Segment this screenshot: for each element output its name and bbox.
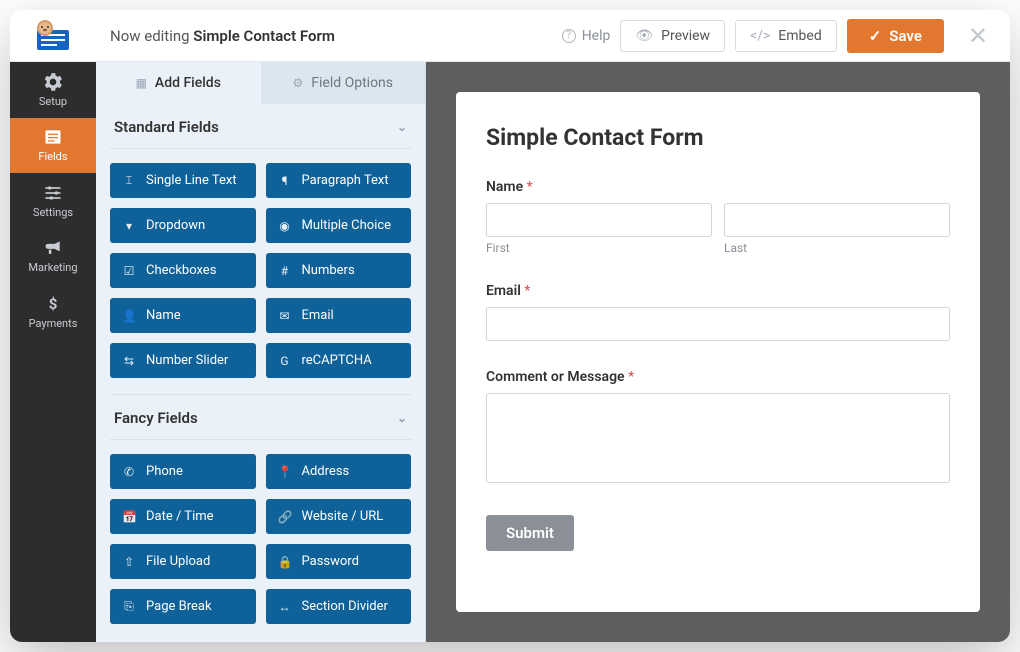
email-field-group[interactable]: Email * — [486, 283, 950, 341]
first-sublabel: First — [486, 241, 712, 255]
options-icon: ⚙ — [292, 76, 303, 90]
field-section-divider[interactable]: ↔Section Divider — [266, 589, 412, 624]
gear-icon — [43, 72, 63, 92]
help-link[interactable]: ?Help — [562, 28, 611, 44]
field-password[interactable]: 🔒Password — [266, 544, 412, 579]
person-icon: 👤 — [122, 309, 136, 323]
page-title: Now editing Simple Contact Form — [96, 27, 335, 45]
text-icon: ⌶ — [122, 173, 136, 188]
paragraph-icon: ¶ — [278, 174, 292, 188]
required-marker: * — [527, 179, 533, 195]
link-icon: 🔗 — [278, 510, 292, 524]
field-date-time[interactable]: 📅Date / Time — [110, 499, 256, 534]
field-address[interactable]: 📍Address — [266, 454, 412, 489]
hash-icon: # — [278, 264, 292, 278]
tab-add-fields[interactable]: ▦Add Fields — [96, 62, 261, 104]
comment-textarea[interactable] — [486, 393, 950, 483]
section-standard-fields[interactable]: Standard Fields⌄ — [110, 104, 411, 149]
pin-icon: 📍 — [278, 465, 292, 479]
field-dropdown[interactable]: ▾Dropdown — [110, 208, 256, 243]
comment-field-group[interactable]: Comment or Message * — [486, 369, 950, 487]
slider-icon: ⇆ — [122, 354, 136, 368]
field-page-break[interactable]: ⎘Page Break — [110, 589, 256, 624]
megaphone-icon — [43, 238, 63, 258]
google-icon: G — [278, 354, 292, 368]
name-field-group[interactable]: Name * First Last — [486, 179, 950, 255]
field-numbers[interactable]: #Numbers — [266, 253, 412, 288]
nav-payments[interactable]: $ Payments — [10, 284, 96, 340]
field-single-line-text[interactable]: ⌶Single Line Text — [110, 163, 256, 198]
section-fancy-fields[interactable]: Fancy Fields⌄ — [110, 394, 411, 440]
field-recaptcha[interactable]: GreCAPTCHA — [266, 343, 412, 378]
nav-settings[interactable]: Settings — [10, 173, 96, 229]
help-icon: ? — [562, 29, 576, 43]
field-website-url[interactable]: 🔗Website / URL — [266, 499, 412, 534]
name-label: Name * — [486, 179, 950, 195]
embed-button[interactable]: </>Embed — [735, 20, 837, 52]
grid-icon: ▦ — [136, 76, 147, 90]
eye-icon: 👁 — [635, 28, 653, 44]
svg-text:$: $ — [49, 295, 58, 313]
email-icon: ✉ — [278, 309, 292, 323]
fancy-grid: ✆Phone 📍Address 📅Date / Time 🔗Website / URL… — [110, 454, 411, 640]
chevron-down-icon: ⌄ — [397, 120, 407, 134]
form-title: Simple Contact Form — [486, 124, 950, 151]
first-name-input[interactable] — [486, 203, 712, 237]
email-label: Email * — [486, 283, 950, 299]
panel-scroll[interactable]: Standard Fields⌄ ⌶Single Line Text ¶Parag… — [96, 104, 425, 642]
chevron-down-icon: ⌄ — [397, 411, 407, 425]
nav-fields[interactable]: Fields — [10, 118, 96, 174]
field-email[interactable]: ✉Email — [266, 298, 412, 333]
divider-icon: ↔ — [278, 600, 292, 614]
field-checkboxes[interactable]: ☑Checkboxes — [110, 253, 256, 288]
left-nav: Setup Fields Settings Marketing $ Paymen… — [10, 62, 96, 642]
required-marker: * — [628, 369, 634, 385]
panel-tabs: ▦Add Fields ⚙Field Options — [96, 62, 425, 104]
submit-button[interactable]: Submit — [486, 515, 574, 551]
topbar-actions: ?Help 👁Preview </>Embed ✓Save ✕ — [562, 19, 1010, 53]
upload-icon: ⇧ — [122, 555, 136, 569]
tab-field-options[interactable]: ⚙Field Options — [261, 62, 426, 104]
form-canvas: Simple Contact Form Name * First Last Em… — [426, 62, 1010, 642]
app-window: Now editing Simple Contact Form ?Help 👁P… — [10, 10, 1010, 642]
required-marker: * — [524, 283, 530, 299]
fields-panel: ▦Add Fields ⚙Field Options Standard Fiel… — [96, 62, 426, 642]
code-icon: </> — [750, 28, 770, 44]
editing-prefix: Now editing — [110, 27, 193, 45]
nav-marketing[interactable]: Marketing — [10, 229, 96, 285]
preview-button[interactable]: 👁Preview — [620, 20, 725, 52]
form-card: Simple Contact Form Name * First Last Em… — [456, 92, 980, 612]
radio-icon: ◉ — [278, 219, 292, 233]
sliders-icon — [43, 183, 63, 203]
email-input[interactable] — [486, 307, 950, 341]
form-name: Simple Contact Form — [193, 27, 335, 45]
dropdown-icon: ▾ — [122, 219, 136, 233]
field-file-upload[interactable]: ⇧File Upload — [110, 544, 256, 579]
pagebreak-icon: ⎘ — [122, 599, 136, 614]
field-phone[interactable]: ✆Phone — [110, 454, 256, 489]
field-paragraph-text[interactable]: ¶Paragraph Text — [266, 163, 412, 198]
last-sublabel: Last — [724, 241, 950, 255]
body: Setup Fields Settings Marketing $ Paymen… — [10, 62, 1010, 642]
nav-setup[interactable]: Setup — [10, 62, 96, 118]
close-button[interactable]: ✕ — [960, 22, 996, 50]
comment-label: Comment or Message * — [486, 369, 950, 385]
phone-icon: ✆ — [122, 465, 136, 479]
lock-icon: 🔒 — [278, 555, 292, 569]
topbar: Now editing Simple Contact Form ?Help 👁P… — [10, 10, 1010, 62]
save-button[interactable]: ✓Save — [847, 19, 944, 53]
check-icon: ✓ — [869, 27, 882, 45]
field-number-slider[interactable]: ⇆Number Slider — [110, 343, 256, 378]
field-name[interactable]: 👤Name — [110, 298, 256, 333]
checkbox-icon: ☑ — [122, 264, 136, 278]
calendar-icon: 📅 — [122, 510, 136, 524]
fields-icon — [43, 127, 63, 147]
dollar-icon: $ — [43, 294, 63, 314]
field-multiple-choice[interactable]: ◉Multiple Choice — [266, 208, 412, 243]
last-name-input[interactable] — [724, 203, 950, 237]
standard-grid: ⌶Single Line Text ¶Paragraph Text ▾Dropdow… — [110, 163, 411, 394]
wpforms-logo — [10, 20, 96, 52]
